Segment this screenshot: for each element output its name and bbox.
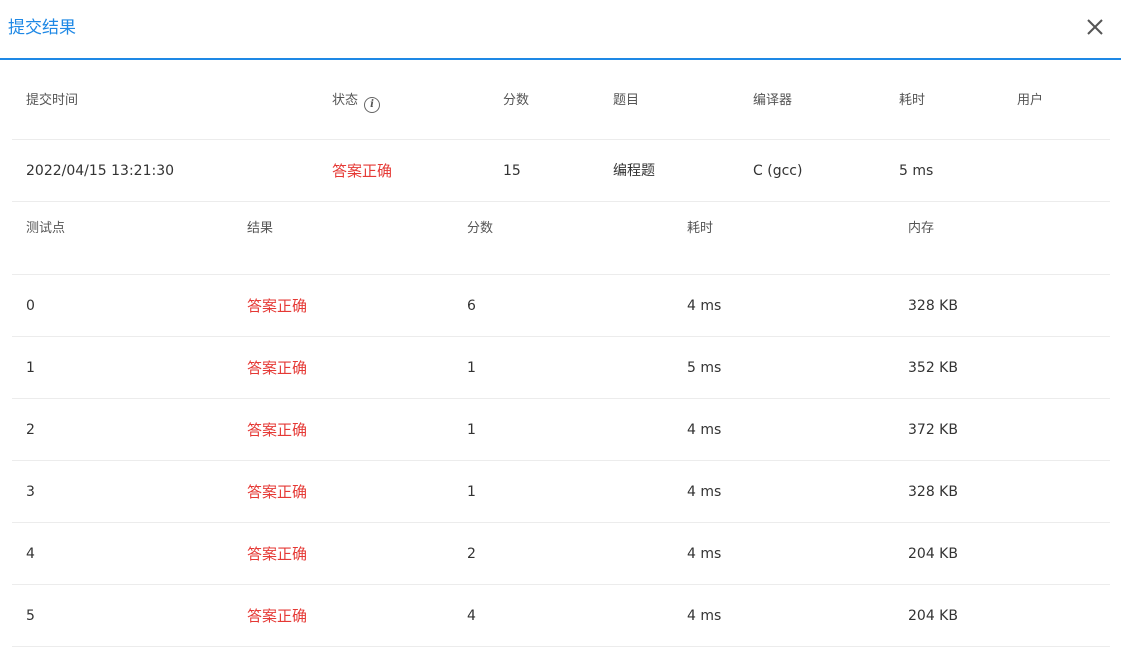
case-result: 答案正确 <box>247 483 308 501</box>
header-status: 状态 i <box>332 62 381 140</box>
case-time: 4 ms <box>687 608 722 624</box>
header-problem: 题目 <box>613 93 640 108</box>
header-case-score: 分数 <box>467 221 494 236</box>
header-status-label: 状态 <box>332 93 359 108</box>
case-id: 5 <box>26 608 35 624</box>
case-memory: 328 KB <box>908 298 958 314</box>
case-result: 答案正确 <box>247 607 308 625</box>
header-submit-time: 提交时间 <box>26 93 79 108</box>
submission-summary-table: 提交时间 状态 i 分数 题目 编译器 耗时 用户 2022/04/15 13:2… <box>12 62 1110 202</box>
case-id: 4 <box>26 546 35 562</box>
case-memory: 204 KB <box>908 546 958 562</box>
dialog-title: 提交结果 <box>8 18 76 38</box>
header-user: 用户 <box>1017 93 1044 108</box>
case-id: 2 <box>26 422 35 438</box>
case-score: 1 <box>467 360 476 376</box>
header-compiler: 编译器 <box>753 93 793 108</box>
case-time: 4 ms <box>687 546 722 562</box>
dialog-header: 提交结果 <box>0 0 1121 60</box>
case-score: 1 <box>467 484 476 500</box>
case-score: 6 <box>467 298 476 314</box>
problem-link[interactable]: 编程题 <box>613 140 655 202</box>
case-memory: 352 KB <box>908 360 958 376</box>
status-badge: 答案正确 <box>332 162 393 180</box>
case-id: 3 <box>26 484 35 500</box>
case-result: 答案正确 <box>247 359 308 377</box>
case-time: 4 ms <box>687 298 722 314</box>
case-id: 0 <box>26 298 35 314</box>
case-time: 4 ms <box>687 484 722 500</box>
summary-header-row: 提交时间 状态 i 分数 题目 编译器 耗时 用户 <box>12 62 1110 140</box>
close-icon[interactable] <box>1085 17 1105 37</box>
case-header-row: 测试点 结果 分数 耗时 内存 <box>12 202 1110 275</box>
info-icon[interactable]: i <box>364 97 381 113</box>
table-row: 2 答案正确 1 4 ms 372 KB <box>12 399 1110 461</box>
case-score: 1 <box>467 422 476 438</box>
case-score: 4 <box>467 608 476 624</box>
header-time: 耗时 <box>899 93 926 108</box>
case-result: 答案正确 <box>247 421 308 439</box>
table-row: 5 答案正确 4 4 ms 204 KB <box>12 585 1110 647</box>
test-case-table: 测试点 结果 分数 耗时 内存 0 答案正确 6 4 ms 328 KB 1 答… <box>12 202 1110 647</box>
case-memory: 204 KB <box>908 608 958 624</box>
case-time: 4 ms <box>687 422 722 438</box>
total-score: 15 <box>503 163 521 179</box>
header-case-time: 耗时 <box>687 221 714 236</box>
header-case: 测试点 <box>26 221 66 236</box>
case-memory: 372 KB <box>908 422 958 438</box>
table-row: 4 答案正确 2 4 ms 204 KB <box>12 523 1110 585</box>
header-memory: 内存 <box>908 221 935 236</box>
case-memory: 328 KB <box>908 484 958 500</box>
table-row: 3 答案正确 1 4 ms 328 KB <box>12 461 1110 523</box>
case-id: 1 <box>26 360 35 376</box>
table-row: 1 答案正确 1 5 ms 352 KB <box>12 337 1110 399</box>
case-score: 2 <box>467 546 476 562</box>
compiler-value: C (gcc) <box>753 163 803 179</box>
table-row: 0 答案正确 6 4 ms 328 KB <box>12 275 1110 337</box>
case-result: 答案正确 <box>247 545 308 563</box>
summary-row: 2022/04/15 13:21:30 答案正确 15 编程题 C (gcc) … <box>12 140 1110 202</box>
header-result: 结果 <box>247 221 274 236</box>
header-score: 分数 <box>503 93 530 108</box>
case-result: 答案正确 <box>247 297 308 315</box>
case-time: 5 ms <box>687 360 722 376</box>
